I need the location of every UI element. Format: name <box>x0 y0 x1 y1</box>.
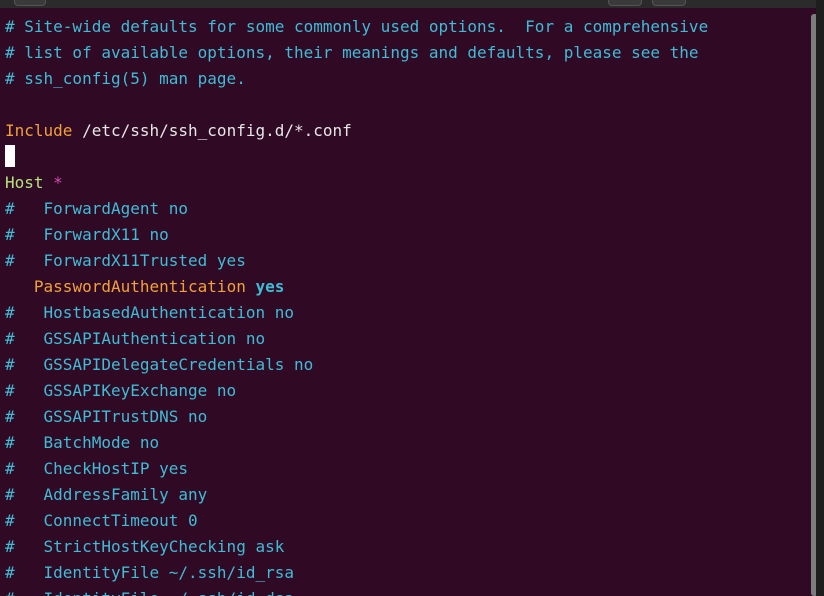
terminal-line: # BatchMode no <box>0 430 808 456</box>
include-path: /etc/ssh/ssh_config.d/*.conf <box>72 121 352 140</box>
terminal-line: # HostbasedAuthentication no <box>0 300 808 326</box>
comment-text: # StrictHostKeyChecking ask <box>5 537 285 556</box>
comment-text: # ssh_config(5) man page. <box>5 69 246 88</box>
comment-text: # ForwardX11Trusted yes <box>5 251 246 270</box>
terminal-line: # GSSAPIKeyExchange no <box>0 378 808 404</box>
window-edge <box>816 0 824 596</box>
terminal-line: # GSSAPITrustDNS no <box>0 404 808 430</box>
top-button-right-1[interactable] <box>608 0 642 6</box>
host-keyword: Host <box>5 173 44 192</box>
comment-text: # HostbasedAuthentication no <box>5 303 294 322</box>
terminal-line: # IdentityFile ~/.ssh/id_dsa <box>0 586 808 596</box>
terminal-line: # list of available options, their meani… <box>0 40 808 66</box>
terminal-line <box>0 144 808 170</box>
comment-text: # list of available options, their meani… <box>5 43 699 62</box>
terminal-line: # ConnectTimeout 0 <box>0 508 808 534</box>
terminal-line: # ForwardAgent no <box>0 196 808 222</box>
terminal-line: # GSSAPIDelegateCredentials no <box>0 352 808 378</box>
terminal-line: Host * <box>0 170 808 196</box>
host-pattern: * <box>43 173 63 192</box>
comment-text: # IdentityFile ~/.ssh/id_dsa <box>5 589 294 596</box>
option-keyword: PasswordAuthentication <box>33 277 246 296</box>
comment-text: # BatchMode no <box>5 433 160 452</box>
top-button-right-2[interactable] <box>652 0 686 6</box>
top-button-left[interactable] <box>14 0 46 6</box>
comment-text: # GSSAPIKeyExchange no <box>5 381 237 400</box>
comment-text: # IdentityFile ~/.ssh/id_rsa <box>5 563 294 582</box>
terminal-line: # StrictHostKeyChecking ask <box>0 534 808 560</box>
terminal-line: # GSSAPIAuthentication no <box>0 326 808 352</box>
terminal-window: # Site-wide defaults for some commonly u… <box>0 0 824 596</box>
comment-text: # GSSAPIDelegateCredentials no <box>5 355 314 374</box>
terminal-line: # CheckHostIP yes <box>0 456 808 482</box>
terminal-line: # AddressFamily any <box>0 482 808 508</box>
include-keyword: Include <box>5 121 73 140</box>
terminal-line: # IdentityFile ~/.ssh/id_rsa <box>0 560 808 586</box>
comment-text: # ForwardX11 no <box>5 225 169 244</box>
terminal-line: PasswordAuthentication yes <box>0 274 808 300</box>
editor-text-area[interactable]: # Site-wide defaults for some commonly u… <box>0 14 808 596</box>
option-value: yes <box>255 277 285 296</box>
comment-text: # AddressFamily any <box>5 485 208 504</box>
terminal-line: # ForwardX11Trusted yes <box>0 248 808 274</box>
terminal-line: # Site-wide defaults for some commonly u… <box>0 14 808 40</box>
option-indent <box>5 277 34 296</box>
top-strip <box>0 0 824 8</box>
comment-text: # CheckHostIP yes <box>5 459 189 478</box>
terminal-line: Include /etc/ssh/ssh_config.d/*.conf <box>0 118 808 144</box>
comment-text: # ForwardAgent no <box>5 199 189 218</box>
comment-text: # GSSAPITrustDNS no <box>5 407 208 426</box>
text-cursor <box>5 145 15 167</box>
terminal-line: # ssh_config(5) man page. <box>0 66 808 92</box>
comment-text: # GSSAPIAuthentication no <box>5 329 266 348</box>
terminal-line: # ForwardX11 no <box>0 222 808 248</box>
comment-text: # ConnectTimeout 0 <box>5 511 198 530</box>
comment-text: # Site-wide defaults for some commonly u… <box>5 17 709 36</box>
